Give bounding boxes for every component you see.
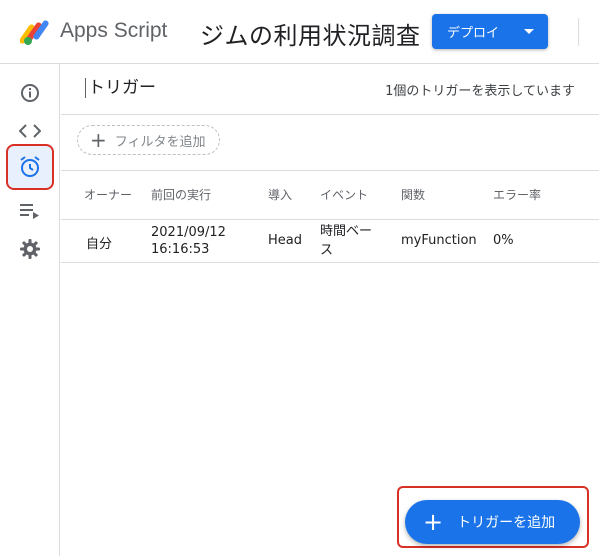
playlist-play-icon — [20, 204, 39, 219]
column-header-last-run[interactable]: 前回の実行 — [151, 186, 211, 203]
project-title[interactable]: ジムの利用状況調査 — [200, 16, 421, 51]
sidebar-item-overview[interactable] — [14, 77, 46, 109]
cell-event: 時間ベー ス — [320, 222, 372, 260]
column-header-deployment[interactable]: 導入 — [268, 186, 292, 203]
deploy-button[interactable]: デプロイ — [432, 14, 548, 49]
cell-last-run-date: 2021/09/12 — [151, 225, 226, 240]
cell-last-run-time: 16:16:53 — [151, 242, 210, 257]
sidebar-item-editor[interactable] — [14, 115, 46, 147]
add-filter-button[interactable]: + フィルタを追加 — [77, 125, 220, 155]
column-header-error-rate[interactable]: エラー率 — [493, 186, 541, 203]
sidebar-item-executions[interactable] — [14, 195, 46, 227]
page-title: トリガー — [85, 78, 156, 98]
sidebar-item-triggers[interactable] — [6, 144, 54, 190]
table-row[interactable]: 自分 2021/09/12 16:16:53 Head 時間ベー ス myFun… — [61, 220, 599, 263]
divider — [578, 18, 579, 46]
add-trigger-button[interactable]: + トリガーを追加 — [405, 500, 580, 544]
add-filter-label: フィルタを追加 — [114, 134, 206, 150]
table-header-row: オーナー 前回の実行 導入 イベント 関数 エラー率 — [61, 171, 599, 220]
column-header-event[interactable]: イベント — [320, 186, 368, 203]
alarm-clock-icon — [20, 156, 40, 177]
add-trigger-label: トリガーを追加 — [457, 515, 556, 531]
cell-deployment: Head — [268, 233, 302, 248]
cell-event-line1: 時間ベー — [320, 224, 373, 239]
gear-icon — [20, 239, 40, 259]
deploy-button-label: デプロイ — [447, 26, 500, 41]
sidebar — [0, 64, 60, 556]
column-header-function[interactable]: 関数 — [401, 186, 425, 203]
code-icon — [19, 124, 41, 138]
triggers-table: オーナー 前回の実行 導入 イベント 関数 エラー率 自分 2021/09/12… — [61, 170, 599, 263]
page-header: トリガー 1個のトリガーを表示しています — [61, 64, 599, 115]
plus-icon: + — [90, 128, 107, 152]
top-bar: Apps Script ジムの利用状況調査 デプロイ — [0, 0, 599, 64]
app-brand: Apps Script — [60, 19, 168, 42]
plus-icon: + — [423, 508, 444, 536]
sidebar-item-settings[interactable] — [14, 233, 46, 265]
cell-owner: 自分 — [86, 237, 113, 252]
cell-error-rate: 0% — [493, 233, 514, 248]
cell-event-line2: ス — [320, 243, 334, 258]
apps-script-logo-icon — [20, 20, 49, 45]
cell-last-run: 2021/09/12 16:16:53 — [151, 224, 226, 258]
column-header-owner[interactable]: オーナー — [84, 186, 132, 203]
chevron-down-icon — [524, 29, 534, 34]
trigger-count: 1個のトリガーを表示しています — [385, 84, 575, 99]
cell-function: myFunction — [401, 233, 477, 248]
info-icon — [21, 84, 39, 102]
main-content: トリガー 1個のトリガーを表示しています + フィルタを追加 オーナー 前回の実… — [61, 64, 599, 556]
